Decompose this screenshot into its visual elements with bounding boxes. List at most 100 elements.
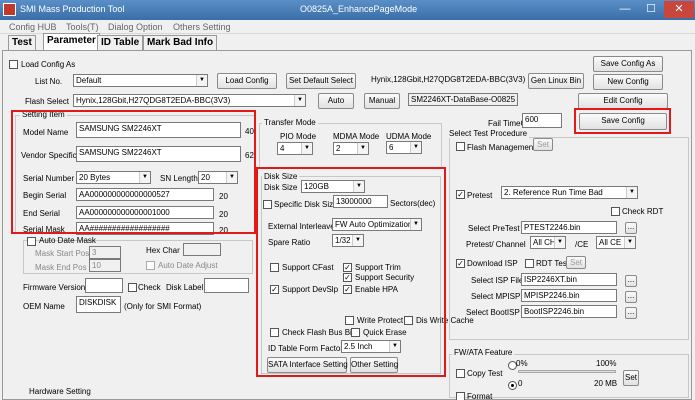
oem-name-input[interactable]: DISKDISK [76,296,121,313]
tab-test[interactable]: Test [8,35,36,50]
mask-end-pos-label: Mask End Pos [35,263,87,272]
auto-date-mask-checkbox[interactable] [27,237,36,246]
load-config-button[interactable]: Load Config [217,73,277,89]
flash-select[interactable]: Hynix,128Gbit,H27QDG8T2EDA-BBC(3V3) ▼ [73,94,306,107]
chevron-down-icon: ▼ [196,75,207,86]
browse-bootisp-button[interactable]: ... [625,307,637,319]
app-icon [3,3,16,16]
firmware-check-checkbox[interactable] [128,283,137,292]
flash-info-text: Hynix,128Gbit,H27QDG8T2EDA-BBC(3V3) [371,75,526,84]
pretest-channel-label: Pretest/ Channel [466,240,526,249]
check-rdt-label: Check RDT [622,207,664,216]
chevron-down-icon: ▼ [357,143,368,154]
mask-start-pos-input[interactable]: 3 [89,246,121,259]
format-label: Format [467,392,493,400]
browse-mpisp-button[interactable]: ... [625,291,637,303]
hex-char-input[interactable] [183,243,221,256]
chevron-down-icon: ▼ [624,237,635,248]
load-config-as-label: Load Config As [21,60,76,69]
pretest-checkbox[interactable]: ✓ [456,190,465,199]
mask-end-pos-input[interactable]: 10 [89,259,121,272]
fw-ata-title: FW/ATA Feature [452,348,515,357]
tab-parameter[interactable]: Parameter [43,33,100,51]
mask-start-pos-label: Mask Start Pos [35,249,90,258]
firmware-version-input[interactable] [85,278,123,293]
transfer-mode-title: Transfer Mode [262,118,318,127]
select-test-title: Select Test Procedure [447,129,530,138]
hex-char-label: Hex Char [146,246,180,255]
disk-label-input[interactable] [204,278,249,293]
disk-size-highlight [256,167,446,377]
auto-button[interactable]: Auto [318,93,354,109]
select-isp-file-label: Select ISP File [471,276,524,285]
setting-item-highlight [11,110,256,234]
percent-zero-label: 0% [516,359,528,368]
mdma-mode-select[interactable]: 2 ▼ [333,142,369,155]
rdt-test-set-button[interactable]: Set [566,256,586,269]
title-bar: SMI Mass Production Tool O0825A_EnhanceP… [0,0,695,20]
firmware-version-label: Firmware Version [23,283,86,292]
chevron-down-icon: ▼ [294,95,305,106]
menu-config-hub[interactable]: Config HUB [9,22,57,32]
gen-linux-bin-button[interactable]: Gen Linux Bin [528,73,584,89]
pretest-file-input[interactable]: PTEST2246.bin [521,221,617,234]
oem-note: (Only for SMI Format) [124,302,202,311]
select-pretest-label: Select PreTest [468,224,520,233]
oem-name-label: OEM Name [23,302,65,311]
download-isp-checkbox[interactable]: ✓ [456,259,465,268]
pretest-select[interactable]: 2. Reference Run Time Bad ▼ [501,186,638,199]
database-field: SM2246XT-DataBase-O0825 [408,93,518,106]
pio-mode-label: PIO Mode [280,132,317,141]
channel-select[interactable]: All CH ▼ [530,236,566,249]
copy-mb-radio[interactable] [508,381,517,390]
ce-select[interactable]: All CE ▼ [596,236,636,249]
copy-test-checkbox[interactable] [456,369,465,378]
isp-file-input[interactable]: ISP2246XT.bin [521,273,617,286]
percent-hundred-label: 100% [596,359,617,368]
rdt-test-label: RDT Test [536,259,570,268]
list-no-label: List No. [35,77,63,86]
close-button[interactable]: ✕ [664,1,694,18]
flash-management-label: Flash Management [467,143,536,152]
flash-management-checkbox[interactable] [456,142,465,151]
udma-mode-label: UDMA Mode [386,132,432,141]
set-default-select-button[interactable]: Set Default Select [286,73,356,89]
rdt-test-checkbox[interactable] [525,259,534,268]
save-config-as-button[interactable]: Save Config As [593,56,663,72]
auto-date-mask-label: Auto Date Mask [39,236,96,245]
format-checkbox[interactable] [456,392,465,400]
new-config-button[interactable]: New Config [593,74,663,90]
chevron-down-icon: ▼ [301,143,312,154]
menu-dialog-option[interactable]: Dialog Option [108,22,163,32]
copy-test-label: Copy Test [467,369,503,378]
bootisp-file-input[interactable]: BootISP2246.bin [521,305,617,318]
download-isp-label: Download ISP [467,259,518,268]
load-config-as-checkbox[interactable] [9,60,18,69]
browse-isp-button[interactable]: ... [625,275,637,287]
list-no-select[interactable]: Default ▼ [73,74,208,87]
mdma-mode-label: MDMA Mode [333,132,380,141]
save-config-highlight [574,108,671,134]
menu-others-setting[interactable]: Others Setting [173,22,231,32]
edit-config-button[interactable]: Edit Config [578,93,668,109]
flash-select-label: Flash Select [25,97,70,106]
pio-mode-select[interactable]: 4 ▼ [277,142,313,155]
browse-pretest-button[interactable]: ... [625,222,637,234]
auto-date-adjust-checkbox[interactable] [146,261,155,270]
copy-test-set-button[interactable]: Set [623,370,639,386]
pretest-label: Pretest [467,191,493,200]
menu-tools[interactable]: Tools(T) [66,22,99,32]
maximize-button[interactable]: ☐ [638,1,664,18]
copy-percent-slider[interactable] [518,370,616,373]
select-bootisp-label: Select BootISP [466,308,520,317]
flash-management-set-button[interactable]: Set [533,138,553,151]
tab-id-table[interactable]: ID Table [97,35,144,50]
check-rdt-checkbox[interactable] [611,207,620,216]
mpisp-file-input[interactable]: MPISP2246.bin [521,289,617,302]
manual-button[interactable]: Manual [364,93,400,109]
fail-timeout-input[interactable]: 600 [522,113,562,128]
disk-label-label: Disk Label [166,283,204,292]
tab-mark-bad-info[interactable]: Mark Bad Info [143,35,218,50]
minimize-button[interactable]: — [612,1,638,18]
udma-mode-select[interactable]: 6 ▼ [386,141,422,154]
